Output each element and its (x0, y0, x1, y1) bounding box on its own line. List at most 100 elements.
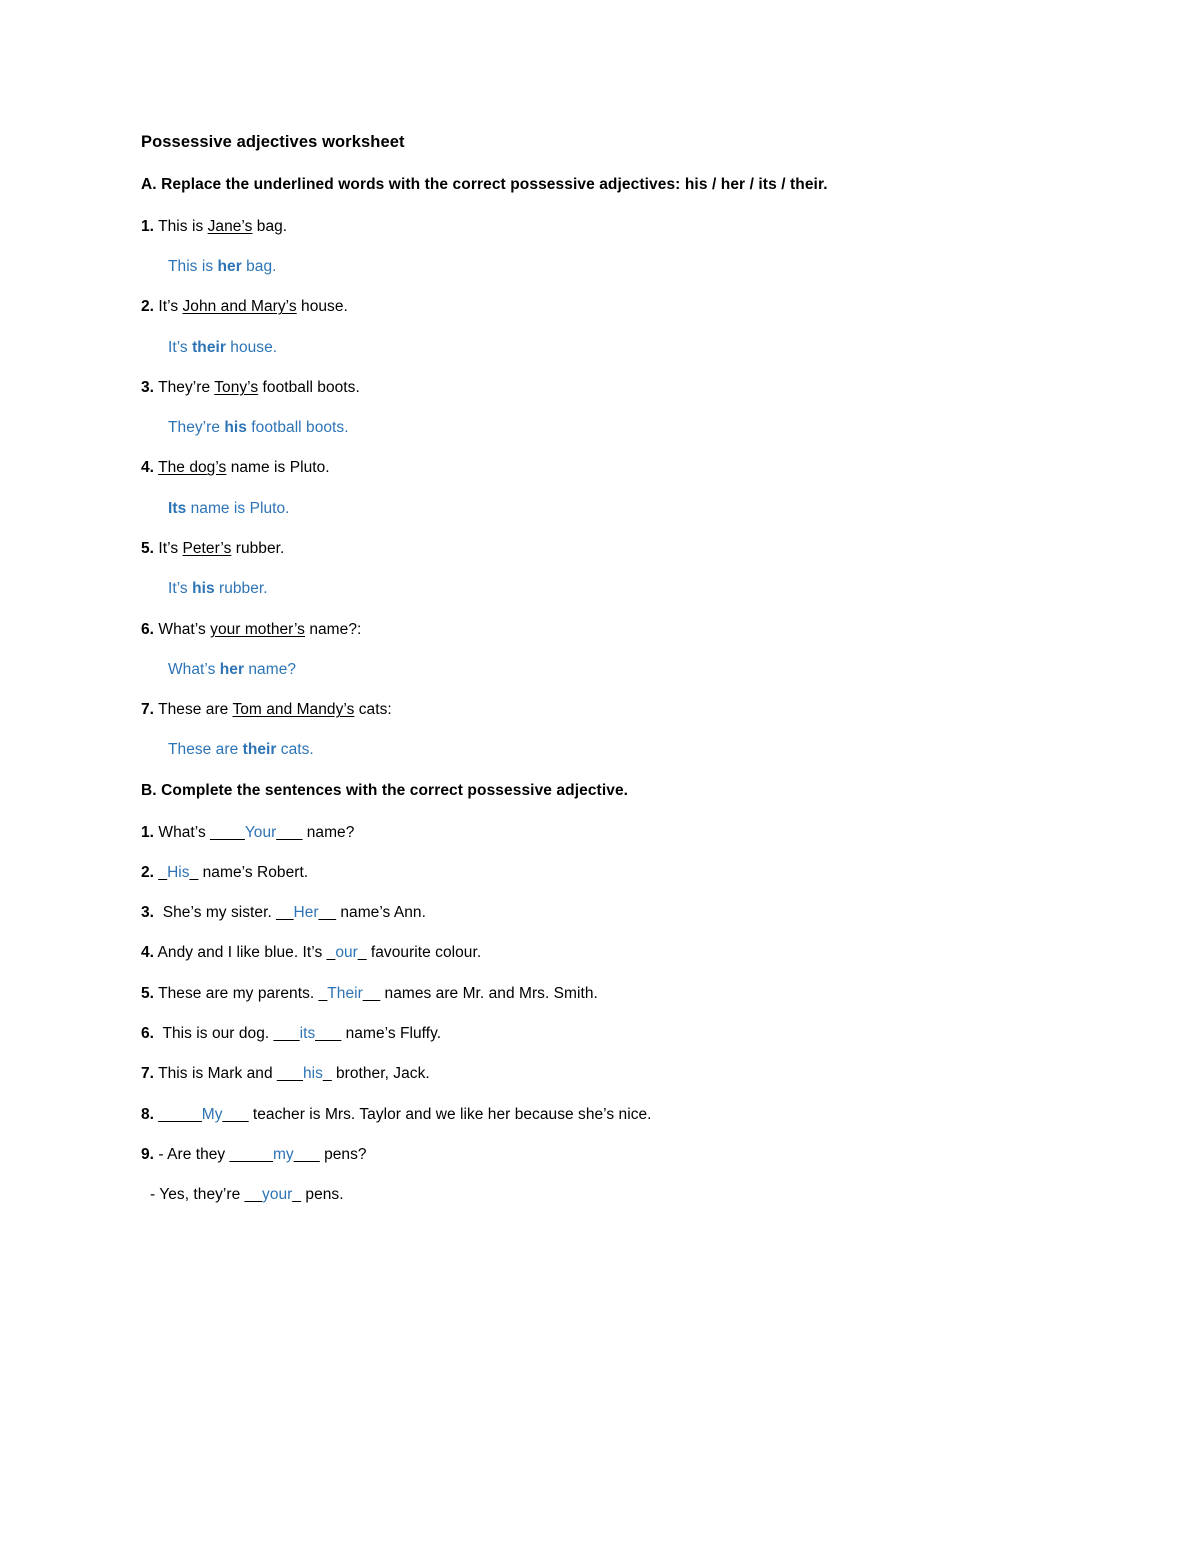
blank-rule-left: _ (326, 944, 336, 962)
blank-field: ___its___ (274, 1025, 342, 1042)
blank-answer: Their (327, 984, 363, 1002)
answer-text-after: football boots. (246, 419, 349, 437)
blank-rule-right: _ (322, 1065, 332, 1083)
blank-answer: his (302, 1065, 323, 1083)
blank-rule-right: ___ (293, 1145, 320, 1163)
underlined-target: Tony’s (214, 378, 259, 396)
answer-line: These are their cats. (141, 741, 1060, 759)
question-number: 5. (141, 984, 155, 1002)
fill-blank-line: 9. - Are they _____my___ pens? (141, 1146, 1060, 1164)
fill-blank-line: 2. _His_ name’s Robert. (141, 864, 1060, 882)
fill-blank-line: 1. What’s ____Your___ name? (141, 824, 1060, 842)
question-number: 6. (141, 620, 155, 638)
question-line: 1. This is Jane’s bag. (141, 218, 1060, 236)
sentence-before: These are my parents. (158, 984, 319, 1002)
sentence-before: Andy and I like blue. It’s (157, 944, 327, 962)
section-b-items: 1. What’s ____Your___ name? 2. _His_ nam… (141, 824, 1060, 1205)
blank-field: _____my___ (230, 1146, 320, 1163)
question-text-before: What’s (158, 620, 211, 638)
fill-blank-line: 6. This is our dog. ___its___ name’s Flu… (141, 1025, 1060, 1043)
question-line: 2. It’s John and Mary’s house. (141, 298, 1060, 316)
blank-field: ____Your___ (210, 824, 302, 841)
blank-field: _Their__ (319, 985, 381, 1002)
answer-line: It’s their house. (141, 339, 1060, 357)
blank-answer: my (272, 1145, 294, 1163)
blank-field: __Her__ (276, 904, 336, 921)
question-number: 1. (141, 823, 155, 841)
worksheet-page: Possessive adjectives worksheet A. Repla… (0, 0, 1200, 1553)
sentence-before: - Yes, they’re (150, 1186, 245, 1204)
blank-field: _His_ (158, 864, 198, 881)
sentence-after: name? (302, 823, 355, 841)
answer-keyword: their (242, 741, 277, 759)
section-b-heading: B. Complete the sentences with the corre… (141, 781, 629, 799)
blank-rule-right: _ (189, 863, 199, 881)
fill-blank-line: 4. Andy and I like blue. It’s _our_ favo… (141, 944, 1060, 962)
sentence-after: name’s Ann. (336, 904, 426, 922)
sentence-after: names are Mr. and Mrs. Smith. (380, 984, 598, 1002)
blank-rule-right: ___ (222, 1105, 249, 1123)
question-number: 7. (141, 701, 155, 719)
answer-text-before: It’s (168, 580, 193, 598)
blank-answer: Your (244, 823, 277, 841)
answer-keyword: their (192, 338, 226, 356)
fill-blank-answer-line: - Yes, they’re __your_ pens. (141, 1186, 1060, 1204)
question-line: 6. What’s your mother’s name?: (141, 621, 1060, 639)
question-line: 4. The dog’s name is Pluto. (141, 459, 1060, 477)
answer-text-after: cats. (276, 741, 314, 759)
sentence-after: pens? (319, 1145, 367, 1163)
question-number: 9. (141, 1145, 155, 1163)
answer-keyword: Its (168, 499, 187, 517)
blank-answer: its (299, 1024, 316, 1042)
fill-blank-line: 7. This is Mark and ___his_ brother, Jac… (141, 1065, 1060, 1083)
answer-text-before: It’s (168, 338, 193, 356)
blank-rule-right: ___ (315, 1024, 342, 1042)
blank-rule-left: __ (244, 1186, 263, 1204)
sentence-before: This is Mark and (158, 1065, 277, 1083)
underlined-target: Tom and Mandy’s (232, 701, 355, 719)
question-number: 3. (141, 904, 155, 922)
blank-rule-right: __ (362, 984, 381, 1002)
question-text-after: bag. (252, 217, 288, 235)
answer-text-after: name is Pluto. (186, 499, 290, 517)
answer-line: This is her bag. (141, 258, 1060, 276)
question-text-before: This is (158, 217, 208, 235)
blank-field: ___his_ (277, 1065, 332, 1082)
sentence-after: pens. (301, 1186, 344, 1204)
question-number: 2. (141, 863, 155, 881)
answer-keyword: his (192, 580, 215, 598)
sentence-after: name’s Fluffy. (341, 1024, 442, 1042)
question-number: 2. (141, 298, 155, 316)
question-text-before: It’s (158, 298, 183, 316)
sentence-before: - Are they (158, 1145, 230, 1163)
sentence-before: What’s (158, 823, 211, 841)
question-number: 6. (141, 1024, 155, 1042)
question-line: 3. They’re Tony’s football boots. (141, 379, 1060, 397)
question-number: 1. (141, 217, 155, 235)
blank-answer: His (167, 863, 190, 881)
question-number: 4. (141, 944, 155, 962)
question-text-after: house. (296, 298, 348, 316)
blank-rule-left: _ (318, 984, 328, 1002)
answer-text-before: What’s (168, 660, 220, 678)
blank-rule-right: _ (292, 1186, 302, 1204)
answer-line: They’re his football boots. (141, 419, 1060, 437)
question-text-after: name?: (304, 620, 362, 638)
question-text-after: football boots. (258, 378, 360, 396)
answer-text-before: They’re (168, 419, 225, 437)
blank-rule-left: _____ (158, 1105, 202, 1123)
fill-blank-line: 8. _____My___ teacher is Mrs. Taylor and… (141, 1106, 1060, 1124)
blank-rule-left: _ (158, 863, 168, 881)
question-text-before: They’re (158, 378, 215, 396)
answer-text-before: This is (168, 258, 218, 276)
answer-text-after: rubber. (214, 580, 268, 598)
sentence-after: favourite colour. (366, 944, 482, 962)
answer-line: It’s his rubber. (141, 580, 1060, 598)
underlined-target: your mother’s (210, 620, 305, 638)
answer-line: What’s her name? (141, 661, 1060, 679)
page-title: Possessive adjectives worksheet (141, 133, 405, 151)
blank-field: _____My___ (158, 1106, 248, 1123)
question-text-before: It’s (158, 540, 183, 558)
fill-blank-line: 3. She’s my sister. __Her__ name’s Ann. (141, 904, 1060, 922)
underlined-target: The dog’s (158, 459, 227, 477)
